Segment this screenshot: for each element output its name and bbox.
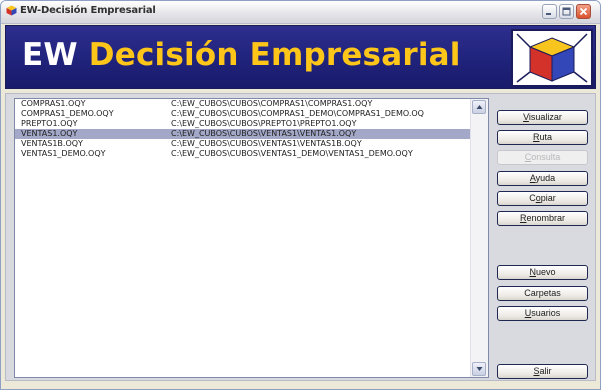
cube-logo-icon bbox=[516, 33, 588, 83]
file-path: C:\EW_CUBOS\CUBOS\VENTAS1\VENTAS1B.OQY bbox=[171, 139, 362, 148]
scroll-up-button[interactable] bbox=[472, 100, 486, 114]
file-row-selected[interactable]: VENTAS1.OQY C:\EW_CUBOS\CUBOS\VENTAS1\VE… bbox=[15, 129, 472, 139]
close-button[interactable] bbox=[576, 4, 591, 19]
button-label: suarios bbox=[531, 308, 561, 318]
file-path: C:\EW_CUBOS\CUBOS\PREPTO1\PREPTO1.OQY bbox=[171, 119, 357, 128]
minimize-button[interactable] bbox=[542, 4, 557, 19]
banner-title-ew: EW bbox=[22, 37, 78, 73]
renombrar-button[interactable]: Renombrar bbox=[497, 211, 588, 226]
app-cube-icon bbox=[6, 5, 17, 16]
header-banner: EW Decisión Empresarial bbox=[5, 25, 596, 89]
scroll-up-icon bbox=[476, 105, 483, 109]
minimize-icon bbox=[546, 13, 551, 15]
carpetas-button[interactable]: Carpetas bbox=[497, 286, 588, 301]
button-label: yuda bbox=[535, 173, 556, 183]
file-name: VENTAS1_DEMO.OQY bbox=[21, 149, 106, 158]
button-label: uta bbox=[539, 132, 552, 142]
maximize-button[interactable] bbox=[559, 4, 574, 19]
file-row[interactable]: VENTAS1B.OQY C:\EW_CUBOS\CUBOS\VENTAS1\V… bbox=[15, 139, 472, 149]
app-window: EW-Decisión Empresarial EW Decisión Empr… bbox=[0, 0, 601, 390]
file-path: C:\EW_CUBOS\CUBOS\COMPRAS1_DEMO\COMPRAS1… bbox=[171, 109, 424, 118]
file-path: C:\EW_CUBOS\CUBOS\VENTAS1_DEMO\VENTAS1_D… bbox=[171, 149, 413, 158]
title-bar[interactable]: EW-Decisión Empresarial bbox=[1, 1, 600, 24]
maximize-icon bbox=[562, 7, 571, 16]
file-name: VENTAS1B.OQY bbox=[21, 139, 83, 148]
copiar-button[interactable]: Copiar bbox=[497, 191, 588, 206]
main-panel: COMPRAS1.OQY C:\EW_CUBOS\CUBOS\COMPRAS1\… bbox=[5, 93, 596, 381]
ayuda-button[interactable]: Ayuda bbox=[497, 171, 588, 186]
salir-button[interactable]: Salir bbox=[497, 364, 588, 379]
button-label: enombrar bbox=[526, 213, 566, 223]
file-path: C:\EW_CUBOS\CUBOS\COMPRAS1\COMPRAS1.OQY bbox=[171, 99, 373, 108]
file-rows: COMPRAS1.OQY C:\EW_CUBOS\CUBOS\COMPRAS1\… bbox=[15, 99, 472, 159]
scroll-down-icon bbox=[476, 367, 483, 371]
ruta-button[interactable]: Ruta bbox=[497, 130, 588, 145]
scroll-down-button[interactable] bbox=[472, 362, 486, 376]
consulta-button[interactable]: Consulta bbox=[497, 150, 588, 165]
button-label: isualizar bbox=[528, 112, 562, 122]
file-row[interactable]: COMPRAS1_DEMO.OQY C:\EW_CUBOS\CUBOS\COMP… bbox=[15, 109, 472, 119]
vertical-scrollbar[interactable] bbox=[470, 99, 488, 377]
banner-title-main: Decisión Empresarial bbox=[88, 37, 461, 73]
nuevo-button[interactable]: Nuevo bbox=[497, 265, 588, 280]
file-name: PREPTO1.OQY bbox=[21, 119, 78, 128]
button-label: onsulta bbox=[531, 152, 561, 162]
file-row[interactable]: VENTAS1_DEMO.OQY C:\EW_CUBOS\CUBOS\VENTA… bbox=[15, 149, 472, 159]
file-row[interactable]: COMPRAS1.OQY C:\EW_CUBOS\CUBOS\COMPRAS1\… bbox=[15, 99, 472, 109]
file-name: VENTAS1.OQY bbox=[21, 129, 78, 138]
close-icon bbox=[579, 7, 588, 16]
window-title: EW-Decisión Empresarial bbox=[20, 5, 156, 16]
visualizar-button[interactable]: Visualizar bbox=[497, 110, 588, 125]
usuarios-button[interactable]: Usuarios bbox=[497, 306, 588, 321]
banner-title: EW Decisión Empresarial bbox=[22, 37, 461, 73]
cube-logo bbox=[511, 29, 593, 87]
button-label: alir bbox=[539, 366, 552, 376]
file-name: COMPRAS1_DEMO.OQY bbox=[21, 109, 114, 118]
cube-file-list[interactable]: COMPRAS1.OQY C:\EW_CUBOS\CUBOS\COMPRAS1\… bbox=[14, 98, 489, 378]
file-name: COMPRAS1.OQY bbox=[21, 99, 86, 108]
file-row[interactable]: PREPTO1.OQY C:\EW_CUBOS\CUBOS\PREPTO1\PR… bbox=[15, 119, 472, 129]
button-label: piar bbox=[540, 193, 556, 203]
button-label: Carpetas bbox=[524, 288, 561, 298]
file-path: C:\EW_CUBOS\CUBOS\VENTAS1\VENTAS1.OQY bbox=[171, 129, 357, 138]
button-label: uevo bbox=[535, 267, 556, 277]
